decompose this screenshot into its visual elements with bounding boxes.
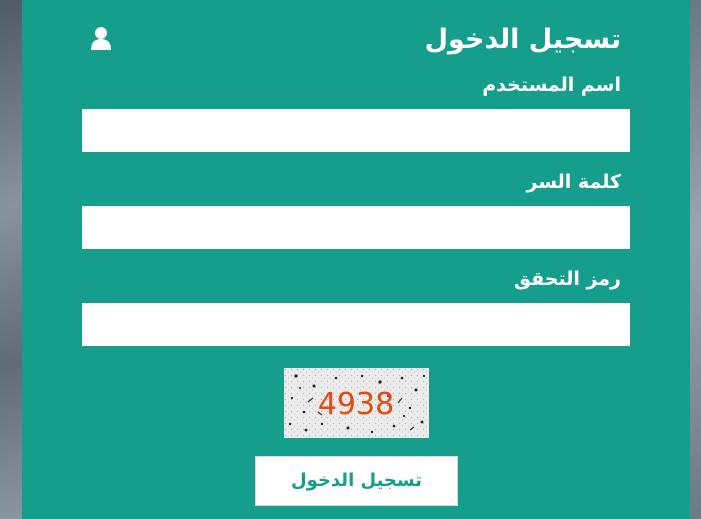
user-icon <box>91 27 111 50</box>
password-input[interactable] <box>82 206 630 249</box>
login-panel: تسجيل الدخول اسم المستخدم كلمة السر رمز … <box>22 0 690 519</box>
background-right <box>690 0 701 519</box>
captcha-image: 4938 <box>284 368 429 438</box>
captcha-code: 4938 <box>318 387 394 422</box>
password-label: كلمة السر <box>526 171 621 193</box>
username-input[interactable] <box>82 109 630 152</box>
login-title: تسجيل الدخول <box>424 24 621 55</box>
background-left <box>0 0 22 519</box>
captcha-input[interactable] <box>82 303 630 346</box>
captcha-label: رمز التحقق <box>513 268 621 290</box>
username-label: اسم المستخدم <box>482 74 621 96</box>
login-button[interactable]: تسجيل الدخول <box>255 456 458 506</box>
